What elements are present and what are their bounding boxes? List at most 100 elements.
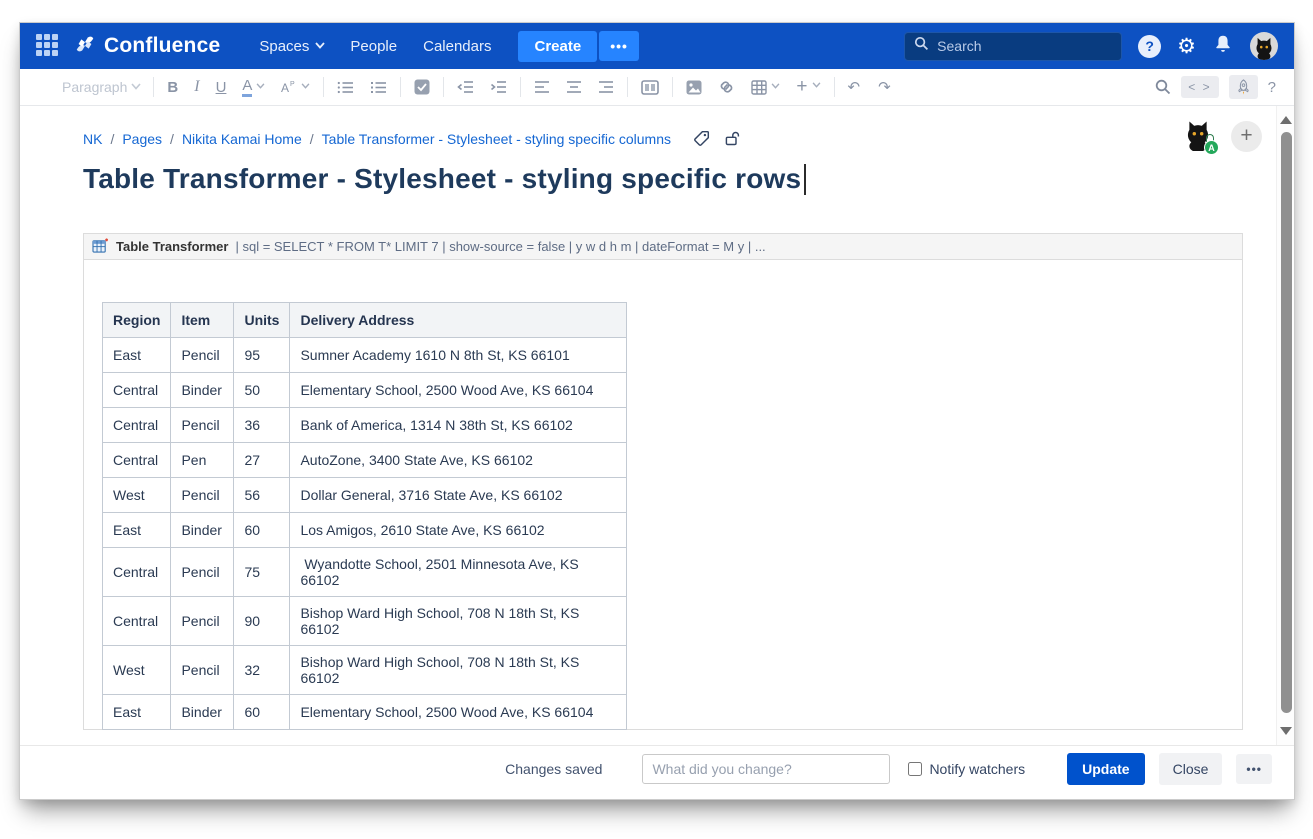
editor-help-icon[interactable]: ? <box>1268 79 1276 96</box>
numbered-list-icon[interactable] <box>370 80 387 95</box>
confluence-logo[interactable]: Confluence <box>74 33 220 60</box>
unlock-icon[interactable] <box>724 130 740 147</box>
editor-content: NK / Pages / Nikita Kamai Home / Table Transfo… <box>20 106 1294 745</box>
table-transformer-macro[interactable]: Table Transformer | sql = SELECT * FROM … <box>83 233 1243 730</box>
table-row: East Pencil 95 Sumner Academy 1610 N 8th St… <box>101 337 628 373</box>
insert-image-icon[interactable] <box>686 80 702 95</box>
bullet-list-icon[interactable] <box>337 80 354 95</box>
brand-name: Confluence <box>104 34 221 57</box>
breadcrumb-separator: / <box>309 130 314 147</box>
table-row: West Pencil 32 Bishop Ward High School, 708… <box>101 645 628 695</box>
table-cell: Pencil <box>170 596 235 646</box>
nav-calendars[interactable]: Calendars <box>423 38 491 55</box>
global-search[interactable] <box>904 31 1123 61</box>
notifications-bell-icon[interactable] <box>1212 33 1234 60</box>
data-table-body: East Pencil 95 Sumner Academy 1610 N 8th St… <box>101 337 628 730</box>
table-header-cell: Region <box>101 302 172 338</box>
italic-button[interactable]: I <box>194 78 199 96</box>
update-button[interactable]: Update <box>1067 752 1145 785</box>
table-row: Central Pen 27 AutoZone, 3400 State Ave, KS… <box>101 442 628 478</box>
table-cell: Central <box>101 442 172 478</box>
create-button[interactable]: Create <box>518 30 598 62</box>
labels-tag-icon[interactable] <box>693 130 710 147</box>
paragraph-style-dropdown[interactable]: Paragraph <box>62 79 141 95</box>
table-cell: Bishop Ward High School, 708 N 18th St, … <box>289 645 628 695</box>
chevron-down-icon <box>771 82 780 92</box>
insert-more-icon[interactable]: + <box>796 77 820 97</box>
invite-plus-button[interactable]: + <box>1231 120 1262 152</box>
table-cell: East <box>101 694 172 730</box>
text-color-button[interactable]: A <box>242 78 265 97</box>
table-cell: Bank of America, 1314 N 38th St, KS 6610… <box>289 407 628 443</box>
footer-more-button[interactable]: ••• <box>1236 753 1272 784</box>
version-comment-input[interactable] <box>642 753 891 784</box>
page-layout-icon[interactable] <box>641 79 660 95</box>
app-switcher-icon[interactable] <box>36 34 60 58</box>
table-cell: Elementary School, 2500 Wood Ave, KS 661… <box>289 372 628 408</box>
table-cell: 90 <box>233 596 291 646</box>
breadcrumb-separator: / <box>110 130 115 147</box>
confluence-logo-icon <box>74 33 96 60</box>
editor-footer: Changes saved Notify watchers Update Clo… <box>20 745 1294 791</box>
align-left-icon[interactable] <box>534 80 550 94</box>
bold-button[interactable]: B <box>167 79 178 96</box>
help-icon[interactable]: ? <box>1138 34 1162 58</box>
table-cell: 32 <box>233 645 291 695</box>
table-header-cell: Delivery Address <box>289 302 628 338</box>
notify-watchers-checkbox[interactable] <box>908 761 923 776</box>
breadcrumb-link[interactable]: Table Transformer - Stylesheet - styling… <box>322 131 671 147</box>
scroll-down-arrow[interactable] <box>1280 727 1292 735</box>
macro-header[interactable]: Table Transformer | sql = SELECT * FROM … <box>83 233 1243 260</box>
table-cell: Binder <box>170 694 235 730</box>
table-row: Central Pencil 75 Wyandotte School, 2501 M… <box>101 547 628 597</box>
chevron-down-icon <box>315 41 326 51</box>
nav-more-button[interactable]: ••• <box>599 31 639 61</box>
find-replace-icon[interactable] <box>1155 79 1171 95</box>
table-row: Central Pencil 90 Bishop Ward High School, … <box>101 596 628 646</box>
indent-icon[interactable] <box>490 80 507 94</box>
vertical-scrollbar[interactable] <box>1276 106 1294 745</box>
macro-params: | sql = SELECT * FROM T* LIMIT 7 | show-… <box>235 239 766 254</box>
redo-icon[interactable]: ↷ <box>878 78 891 96</box>
table-cell: 50 <box>233 372 291 408</box>
user-avatar[interactable] <box>1250 32 1278 60</box>
scrollbar-thumb[interactable] <box>1280 132 1292 713</box>
breadcrumb: NK / Pages / Nikita Kamai Home / Table Transfo… <box>83 130 1204 147</box>
align-right-icon[interactable] <box>598 80 614 94</box>
table-row: East Binder 60 Los Amigos, 2610 State Ave, … <box>101 512 628 548</box>
breadcrumb-link[interactable]: NK <box>83 131 102 147</box>
insert-link-icon[interactable] <box>718 79 735 95</box>
breadcrumb-link[interactable]: Pages <box>122 131 162 147</box>
rocket-launcher-icon[interactable] <box>1228 75 1258 99</box>
nav-spaces[interactable]: Spaces <box>259 38 326 55</box>
task-list-icon[interactable] <box>414 79 430 95</box>
collaborator-avatar: A <box>1183 119 1219 155</box>
page-title[interactable]: Table Transformer - Stylesheet - styling… <box>83 163 1204 195</box>
table-row: West Pencil 56 Dollar General, 3716 State A… <box>101 477 628 513</box>
insert-table-icon[interactable] <box>751 79 780 95</box>
table-cell: 36 <box>233 407 291 443</box>
formatting-more-button[interactable]: AP <box>281 80 310 94</box>
align-center-icon[interactable] <box>566 80 582 94</box>
table-transformer-icon <box>92 237 109 256</box>
underline-button[interactable]: U <box>216 79 227 96</box>
table-cell: Wyandotte School, 2501 Minnesota Ave, KS… <box>289 547 628 597</box>
search-input[interactable] <box>937 38 1098 54</box>
table-header-cell: Units <box>233 302 291 338</box>
table-cell: Central <box>101 407 172 443</box>
undo-icon[interactable]: ↶ <box>848 78 861 96</box>
table-cell: 95 <box>233 337 291 373</box>
table-cell: Central <box>101 596 172 646</box>
macro-body: Region Item Units Delivery Address East Penc… <box>83 260 1243 730</box>
outdent-icon[interactable] <box>457 80 474 94</box>
table-cell: 56 <box>233 477 291 513</box>
close-button[interactable]: Close <box>1158 752 1223 785</box>
source-editor-button[interactable]: < > <box>1181 76 1219 98</box>
notify-watchers-option[interactable]: Notify watchers <box>908 761 1025 777</box>
table-cell: Central <box>101 547 172 597</box>
nav-people[interactable]: People <box>350 38 397 55</box>
table-cell: Pen <box>170 442 235 478</box>
scroll-up-arrow[interactable] <box>1280 116 1292 124</box>
gear-icon[interactable]: ⚙ <box>1177 36 1196 57</box>
breadcrumb-link[interactable]: Nikita Kamai Home <box>182 131 302 147</box>
